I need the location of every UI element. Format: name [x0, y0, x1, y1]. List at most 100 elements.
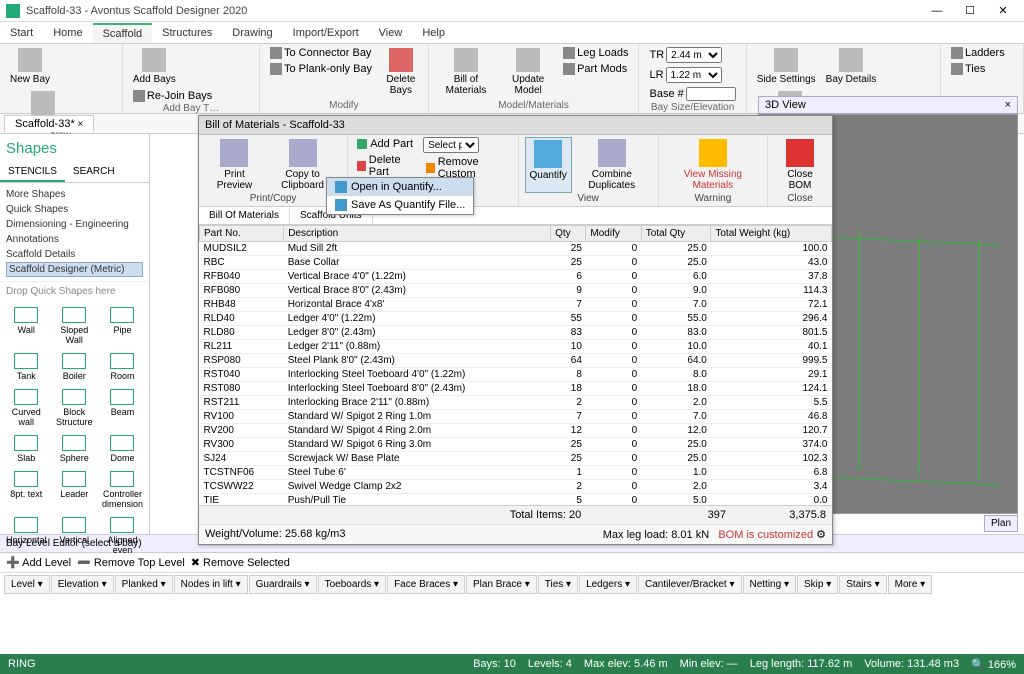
bom-row[interactable]: TCSWW22Swivel Wedge Clamp 2x2202.03.4	[200, 480, 832, 494]
delete-part-button[interactable]: Delete Part	[354, 153, 419, 179]
leg-loads-button[interactable]: Leg Loads	[559, 46, 632, 60]
bom-table[interactable]: Part No.DescriptionQtyModifyTotal QtyTot…	[199, 225, 832, 505]
bom-row[interactable]: TCSTNF06Steel Tube 6'101.06.8	[200, 466, 832, 480]
remove-selected-button[interactable]: ✖ Remove Selected	[191, 556, 290, 569]
menu-tab-home[interactable]: Home	[43, 24, 92, 42]
shape-pipe[interactable]: Pipe	[100, 305, 145, 347]
bay-col-level[interactable]: Level ▾	[4, 575, 50, 594]
shape-leader[interactable]: Leader	[53, 469, 96, 511]
bom-row[interactable]: SJ24Screwjack W/ Base Plate25025.0102.3	[200, 452, 832, 466]
bay-col-face-braces[interactable]: Face Braces ▾	[387, 575, 465, 594]
side-settings-button[interactable]: Side Settings	[753, 46, 820, 87]
bom-row[interactable]: RV200Standard W/ Spigot 4 Ring 2.0m12012…	[200, 424, 832, 438]
shape-aligned-even[interactable]: Aligned even	[100, 515, 145, 557]
open-in-quantify-item[interactable]: Open in Quantify...	[327, 178, 473, 196]
bay-details-button[interactable]: Bay Details	[822, 46, 881, 87]
bom-col-header[interactable]: Modify	[586, 226, 641, 242]
menu-tab-help[interactable]: Help	[412, 24, 455, 42]
bom-row[interactable]: RV100Standard W/ Spigot 2 Ring 1.0m707.0…	[200, 410, 832, 424]
bay-col-skip[interactable]: Skip ▾	[797, 575, 838, 594]
bom-col-header[interactable]: Total Qty	[641, 226, 711, 242]
bom-button[interactable]: Bill of Materials	[435, 46, 497, 98]
shape-boiler[interactable]: Boiler	[53, 351, 96, 383]
bom-col-header[interactable]: Description	[284, 226, 551, 242]
bom-row[interactable]: RFB040Vertical Brace 4'0" (1.22m)606.037…	[200, 270, 832, 284]
view-missing-materials-button[interactable]: View Missing Materials	[665, 137, 761, 193]
minimize-button[interactable]: —	[922, 1, 952, 21]
base-input[interactable]	[686, 87, 736, 101]
bay-col-planked[interactable]: Planked ▾	[115, 575, 173, 594]
canvas-tab-plan[interactable]: Plan	[984, 515, 1018, 532]
to-plank-only-bay-button[interactable]: To Plank-only Bay	[266, 62, 376, 76]
bom-col-header[interactable]: Qty	[551, 226, 586, 242]
bay-col-plan-brace[interactable]: Plan Brace ▾	[466, 575, 537, 594]
search-tab[interactable]: SEARCH	[65, 163, 123, 182]
ladders-button[interactable]: Ladders	[947, 46, 1017, 60]
bom-row[interactable]: RLD40Ledger 4'0" (1.22m)55055.0296.4	[200, 312, 832, 326]
document-tab[interactable]: Scaffold-33* ×	[4, 115, 94, 132]
bay-col-netting[interactable]: Netting ▾	[743, 575, 796, 594]
shape-block-structure[interactable]: Block Structure	[53, 387, 96, 429]
print-preview-button[interactable]: Print Preview	[205, 137, 264, 193]
stencil-item[interactable]: Scaffold Details	[6, 247, 143, 262]
bom-row[interactable]: RFB080Vertical Brace 8'0" (2.43m)909.011…	[200, 284, 832, 298]
to-connector-bay-button[interactable]: To Connector Bay	[266, 46, 376, 60]
bom-row[interactable]: RV300Standard W/ Spigot 6 Ring 3.0m25025…	[200, 438, 832, 452]
stencils-tab[interactable]: STENCILS	[0, 163, 65, 182]
bay-col-more[interactable]: More ▾	[888, 575, 933, 594]
stencil-item[interactable]: More Shapes	[6, 187, 143, 202]
stencil-item[interactable]: Dimensioning - Engineering	[6, 217, 143, 232]
stencil-item[interactable]: Quick Shapes	[6, 202, 143, 217]
shape-sloped-wall[interactable]: Sloped Wall	[53, 305, 96, 347]
menu-tab-start[interactable]: Start	[0, 24, 43, 42]
bom-row[interactable]: RST040Interlocking Steel Toeboard 4'0" (…	[200, 368, 832, 382]
bay-col-ties[interactable]: Ties ▾	[538, 575, 578, 594]
menu-tab-drawing[interactable]: Drawing	[222, 24, 282, 42]
add-level-button[interactable]: ➕ Add Level	[6, 556, 71, 569]
shape-wall[interactable]: Wall	[4, 305, 49, 347]
menu-tab-structures[interactable]: Structures	[152, 24, 222, 42]
bom-row[interactable]: RBCBase Collar25025.043.0	[200, 256, 832, 270]
shape-tank[interactable]: Tank	[4, 351, 49, 383]
menu-tab-import/export[interactable]: Import/Export	[283, 24, 369, 42]
tb-select[interactable]: 2.44 m	[666, 47, 722, 63]
bom-row[interactable]: TIEPush/Pull Tie505.00.0	[200, 494, 832, 506]
bay-col-elevation[interactable]: Elevation ▾	[51, 575, 114, 594]
select-part-dropdown[interactable]: Select part	[423, 137, 479, 153]
bay-col-nodes-in-lift[interactable]: Nodes in lift ▾	[174, 575, 248, 594]
shape-beam[interactable]: Beam	[100, 387, 145, 429]
add-part-button[interactable]: Add Part	[354, 137, 419, 151]
remove-top-level-button[interactable]: ➖ Remove Top Level	[77, 556, 185, 569]
quantify-button[interactable]: Quantify	[525, 137, 572, 193]
stencil-item[interactable]: Annotations	[6, 232, 143, 247]
rejoin-bays-button[interactable]: Re-Join Bays	[129, 89, 216, 103]
bay-col-toeboards[interactable]: Toeboards ▾	[318, 575, 387, 594]
shape-sphere[interactable]: Sphere	[53, 433, 96, 465]
status-zoom[interactable]: 🔍 166%	[971, 658, 1016, 671]
ties-button[interactable]: Ties	[947, 62, 1017, 76]
bay-col-stairs[interactable]: Stairs ▾	[839, 575, 886, 594]
bay-col-cantilever-bracket[interactable]: Cantilever/Bracket ▾	[638, 575, 742, 594]
shape-horizontal[interactable]: Horizontal	[4, 515, 49, 557]
bom-row[interactable]: RST080Interlocking Steel Toeboard 8'0" (…	[200, 382, 832, 396]
menu-tab-view[interactable]: View	[369, 24, 413, 42]
stencil-item[interactable]: Scaffold Designer (Metric)	[6, 262, 143, 277]
combine-duplicates-button[interactable]: Combine Duplicates	[572, 137, 652, 193]
view-3d-close-icon[interactable]: ×	[1005, 99, 1011, 111]
shape-vertical[interactable]: Vertical	[53, 515, 96, 557]
shape-a[interactable]: 8pt. text	[4, 469, 49, 511]
bom-row[interactable]: RL211Ledger 2'11" (0.88m)10010.040.1	[200, 340, 832, 354]
maximize-button[interactable]: ☐	[955, 0, 985, 20]
shape-room[interactable]: Room	[100, 351, 145, 383]
new-bay-button[interactable]: New Bay	[6, 46, 54, 87]
bom-row[interactable]: RHB48Horizontal Brace 4'x8'707.072.1	[200, 298, 832, 312]
shape-controller-dimension[interactable]: Controller dimension	[100, 469, 145, 511]
lr-select[interactable]: 1.22 m	[666, 67, 722, 83]
shape-curved-wall[interactable]: Curved wall	[4, 387, 49, 429]
bay-col-guardrails[interactable]: Guardrails ▾	[249, 575, 317, 594]
bom-col-header[interactable]: Total Weight (kg)	[711, 226, 832, 242]
menu-tab-scaffold[interactable]: Scaffold	[93, 23, 153, 43]
update-model-button[interactable]: Update Model	[499, 46, 557, 98]
bay-col-ledgers[interactable]: Ledgers ▾	[579, 575, 637, 594]
shape-dome[interactable]: Dome	[100, 433, 145, 465]
